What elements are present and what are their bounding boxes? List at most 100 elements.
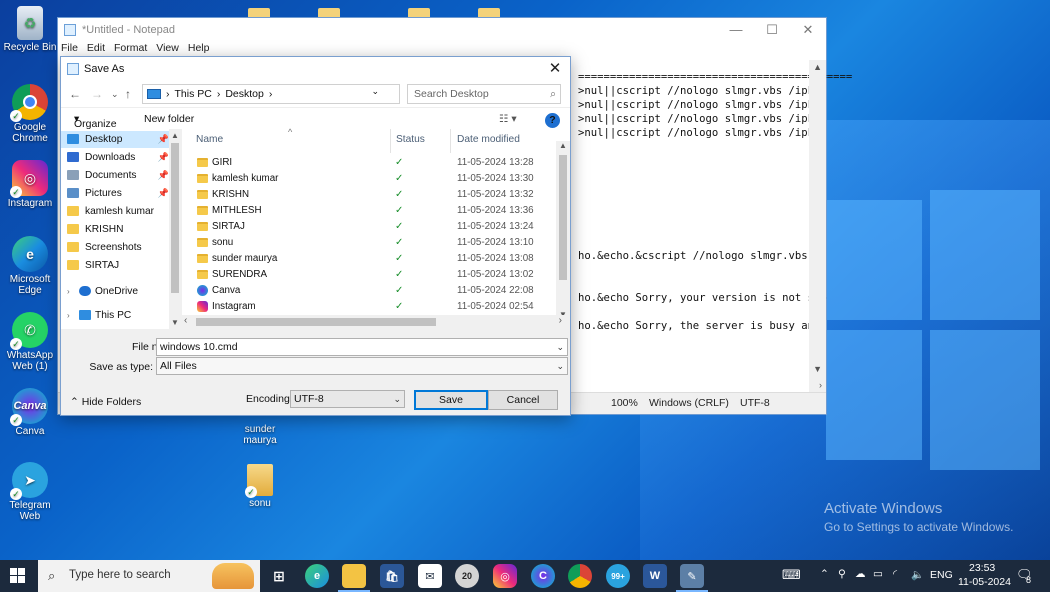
cancel-button[interactable]: Cancel <box>488 390 558 410</box>
file-row[interactable]: MITHLESH ✓ 11-05-2024 13:36 <box>182 203 552 219</box>
file-row[interactable]: Canva ✓ 11-05-2024 22:08 <box>182 283 552 299</box>
nav-this-pc[interactable]: › This PC <box>61 307 171 324</box>
breadcrumb-desktop[interactable]: Desktop <box>225 88 264 100</box>
save-button[interactable]: Save <box>414 390 488 410</box>
recycle-bin-shortcut[interactable]: ♻ Recycle Bin <box>0 6 60 53</box>
hide-folders-button[interactable]: ⌃ Hide Folders <box>70 396 141 408</box>
canva-shortcut[interactable]: Canva ✓ Canva <box>0 388 60 437</box>
expand-chevron-icon[interactable]: › <box>67 307 70 324</box>
volume-icon[interactable]: 🔈 <box>911 568 924 581</box>
chevron-down-icon[interactable]: ⌄ <box>556 358 564 374</box>
minimize-button[interactable]: — <box>718 18 754 42</box>
nav-sirtaj[interactable]: SIRTAJ <box>61 257 171 274</box>
whatsapp-shortcut[interactable]: ✆ ✓ WhatsApp Web (1) <box>0 312 60 372</box>
edge-shortcut[interactable]: e Microsoft Edge <box>0 236 60 296</box>
organize-button[interactable]: Organize ▾ <box>74 113 117 130</box>
new-folder-button[interactable]: New folder <box>144 113 194 125</box>
scroll-thumb[interactable] <box>559 155 567 280</box>
scroll-right-icon[interactable]: › <box>559 315 562 326</box>
chevron-down-icon[interactable]: ⌄ <box>393 391 401 407</box>
start-button[interactable] <box>10 568 26 584</box>
maximize-button[interactable]: ☐ <box>754 18 790 42</box>
help-icon[interactable]: ? <box>545 113 560 128</box>
column-name[interactable]: Name <box>196 134 223 145</box>
up-arrow-icon[interactable]: ↑ <box>125 87 131 101</box>
breadcrumb-this-pc[interactable]: This PC <box>175 88 212 100</box>
network-icon[interactable]: ⚲ <box>838 568 846 580</box>
forward-arrow-icon[interactable]: → <box>91 87 103 101</box>
column-separator[interactable] <box>390 129 391 153</box>
language-indicator[interactable]: ENG <box>930 569 953 581</box>
nav-screenshots[interactable]: Screenshots <box>61 239 171 256</box>
taskbar-search[interactable]: ⌕ Type here to search <box>38 560 260 592</box>
expand-chevron-icon[interactable]: › <box>67 283 70 300</box>
instagram-shortcut[interactable]: ◎ ✓ Instagram <box>0 160 60 209</box>
file-row[interactable]: sonu ✓ 11-05-2024 13:10 <box>182 235 552 251</box>
file-list-horizontal-scrollbar[interactable]: ‹ › <box>182 315 570 329</box>
column-status[interactable]: Status <box>396 134 425 145</box>
address-bar[interactable]: › This PC › Desktop › ⌄ ↻ <box>142 84 417 104</box>
dialog-titlebar[interactable]: Save As <box>61 57 570 81</box>
nav-downloads[interactable]: Downloads 📌 <box>61 149 171 166</box>
dialog-close-button[interactable]: ✕ <box>540 57 570 81</box>
sunder-maurya-folder[interactable]: sunder maurya <box>230 424 290 446</box>
show-hidden-icons-icon[interactable]: ⌃ <box>820 568 829 580</box>
file-row[interactable]: GIRI ✓ 11-05-2024 13:28 <box>182 155 552 171</box>
file-name-input[interactable]: windows 10.cmd ⌄ <box>156 338 568 356</box>
file-row[interactable]: sunder maurya ✓ 11-05-2024 13:08 <box>182 251 552 267</box>
scroll-up-icon[interactable]: ▲ <box>813 62 822 72</box>
keyboard-icon[interactable]: ⌨ <box>782 567 801 583</box>
nav-onedrive[interactable]: › OneDrive <box>61 283 171 300</box>
telegram-shortcut[interactable]: ➤ ✓ Telegram Web <box>0 462 60 522</box>
chrome-20-icon[interactable]: 20 <box>455 564 479 588</box>
canva-icon[interactable]: C <box>531 564 555 588</box>
battery-icon[interactable]: ▭ <box>873 568 883 580</box>
wifi-icon[interactable]: ◜ <box>893 568 897 580</box>
scroll-thumb[interactable] <box>196 318 436 326</box>
nav-scroll-thumb[interactable] <box>171 143 179 293</box>
nav-desktop[interactable]: Desktop 📌 <box>61 131 171 148</box>
address-dropdown-icon[interactable]: ⌄ <box>371 86 379 97</box>
clock-date[interactable]: 11-05-2024 <box>958 576 1011 588</box>
clock-time[interactable]: 23:53 <box>969 562 995 574</box>
file-row[interactable]: kamlesh kumar ✓ 11-05-2024 13:30 <box>182 171 552 187</box>
nav-scrollbar[interactable]: ▲ ▼ <box>169 129 181 329</box>
scroll-down-icon[interactable]: ▼ <box>171 318 179 327</box>
task-view-icon[interactable]: ⊞ <box>267 564 291 588</box>
scroll-down-icon[interactable]: ▼ <box>813 364 822 374</box>
nav-pictures[interactable]: Pictures 📌 <box>61 185 171 202</box>
nav-kamlesh-kumar[interactable]: kamlesh kumar <box>61 203 171 220</box>
notepad-icon[interactable]: ✎ <box>680 564 704 588</box>
scroll-up-icon[interactable]: ▲ <box>171 131 179 140</box>
editor-scrollbar[interactable]: ▲ ▼ › <box>809 60 826 392</box>
mail-icon[interactable]: ✉ <box>418 564 442 588</box>
onedrive-tray-icon[interactable]: ☁ <box>855 568 866 580</box>
recent-chevron-icon[interactable]: ⌄ <box>111 89 119 100</box>
instagram-icon[interactable]: ◎ <box>493 564 517 588</box>
encoding-select[interactable]: UTF-8 ⌄ <box>290 390 405 408</box>
file-row[interactable]: SIRTAJ ✓ 11-05-2024 13:24 <box>182 219 552 235</box>
scroll-right-icon[interactable]: › <box>819 380 822 390</box>
back-arrow-icon[interactable]: ← <box>69 87 81 101</box>
scroll-left-icon[interactable]: ‹ <box>184 315 187 326</box>
file-row[interactable]: SURENDRA ✓ 11-05-2024 13:02 <box>182 267 552 283</box>
store-icon[interactable]: 🛍 <box>380 564 404 588</box>
file-row[interactable]: KRISHN ✓ 11-05-2024 13:32 <box>182 187 552 203</box>
search-input[interactable]: Search Desktop ⌕ <box>407 84 561 104</box>
file-explorer-icon[interactable] <box>342 564 366 588</box>
notepad-titlebar[interactable]: *Untitled - Notepad <box>58 18 826 42</box>
sonu-folder[interactable]: ✓ sonu <box>230 464 290 509</box>
file-row[interactable]: Instagram ✓ 11-05-2024 02:54 <box>182 299 552 315</box>
scroll-up-icon[interactable]: ▲ <box>559 141 567 150</box>
view-options-icon[interactable]: ☷ ▾ <box>499 113 517 125</box>
nav-krishn[interactable]: KRISHN <box>61 221 171 238</box>
telegram-99-icon[interactable]: 99+ <box>606 564 630 588</box>
column-date-modified[interactable]: Date modified <box>457 134 520 145</box>
edge-icon[interactable]: e <box>305 564 329 588</box>
close-button[interactable]: ✕ <box>790 18 826 42</box>
chevron-down-icon[interactable]: ⌄ <box>556 339 564 355</box>
save-type-select[interactable]: All Files ⌄ <box>156 357 568 375</box>
file-list-vertical-scrollbar[interactable]: ▲ ▼ <box>556 141 570 319</box>
column-separator[interactable] <box>450 129 451 153</box>
word-icon[interactable]: W <box>643 564 667 588</box>
